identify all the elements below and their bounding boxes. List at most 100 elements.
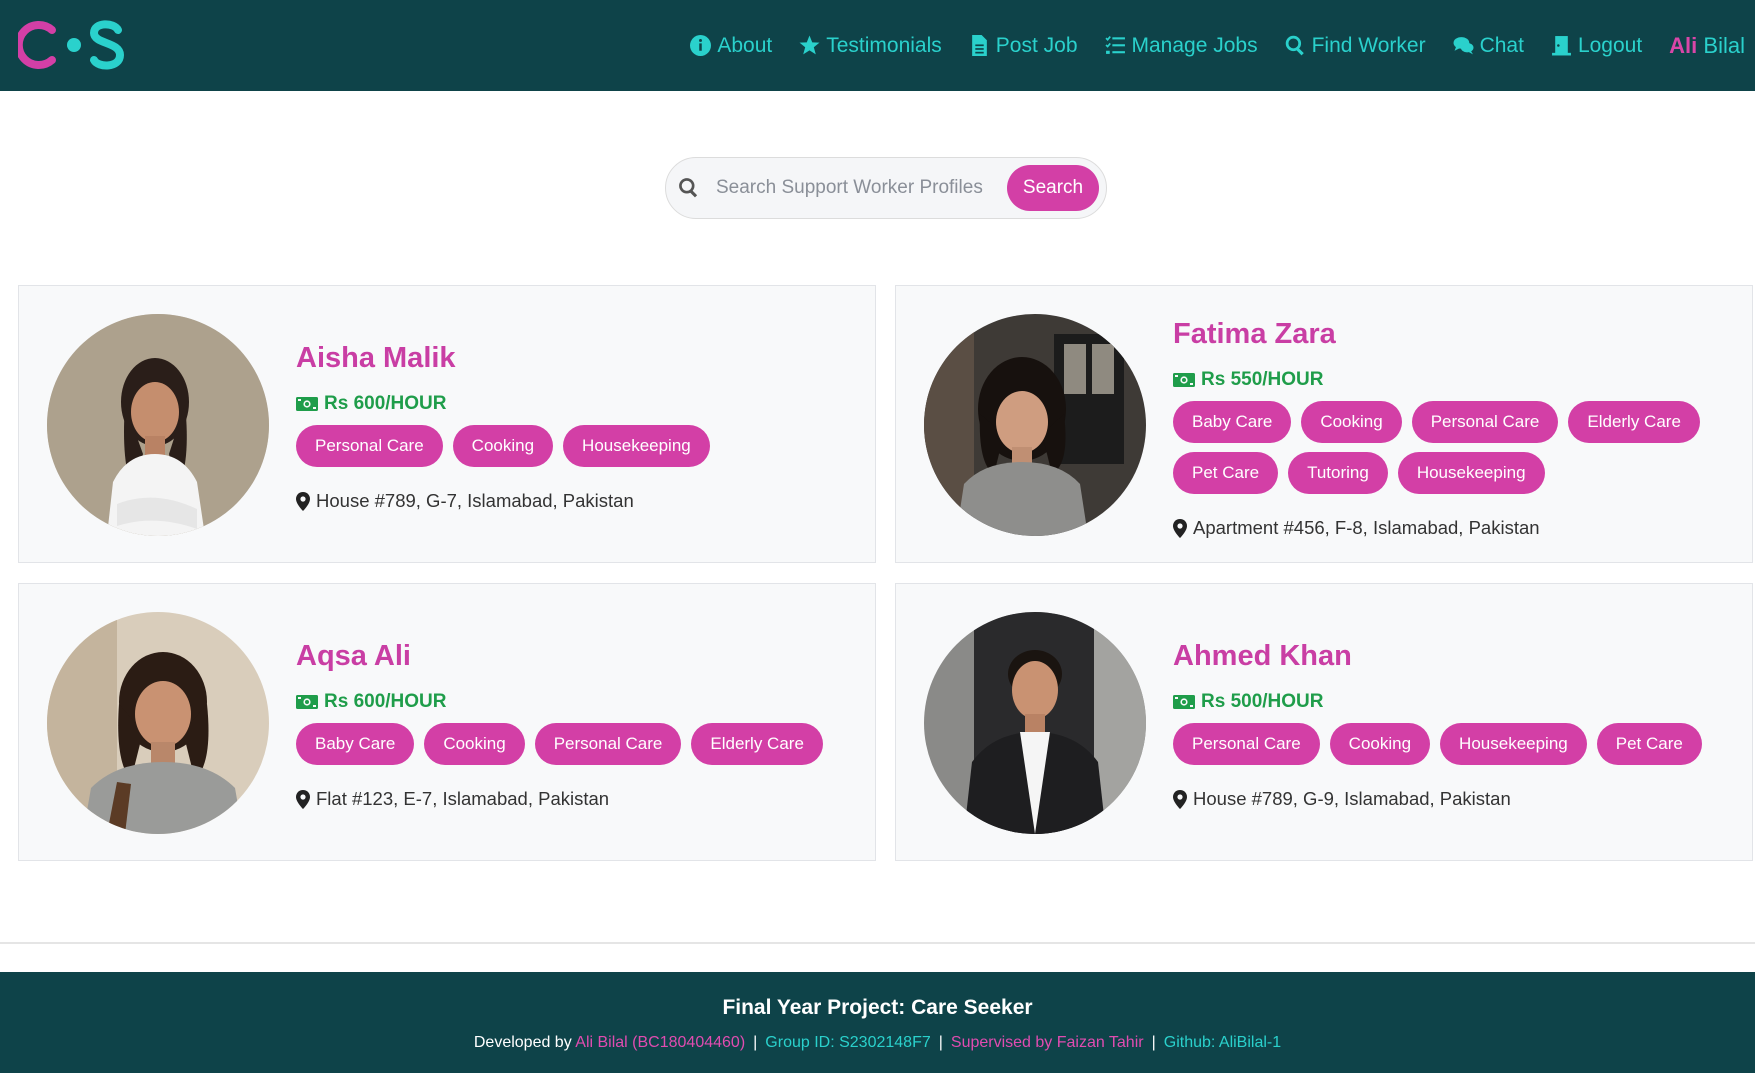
service-tag: Cooking (424, 723, 525, 765)
footer-divider (0, 942, 1755, 944)
nav-testimonials-label: Testimonials (826, 33, 942, 57)
search-icon (1285, 35, 1304, 56)
worker-avatar (47, 314, 269, 536)
worker-card-body: Ahmed Khan Rs 500/HOUR Personal Care Coo… (1173, 640, 1733, 810)
page-footer: Final Year Project: Care Seeker Develope… (0, 972, 1755, 1073)
worker-name[interactable]: Aqsa Ali (296, 640, 856, 673)
footer-supervisor: Supervised by Faizan Tahir (950, 1034, 1144, 1051)
worker-rate: Rs 600/HOUR (296, 393, 856, 415)
footer-group-id: Group ID: S2302148F7 (765, 1034, 931, 1051)
nav-manage-jobs[interactable]: Manage Jobs (1104, 33, 1258, 58)
worker-rate: Rs 600/HOUR (296, 691, 856, 713)
money-bill-icon (296, 695, 318, 709)
map-marker-icon (296, 789, 310, 809)
service-tag: Pet Care (1173, 452, 1279, 494)
user-first-name: Ali (1669, 32, 1698, 58)
service-tag: Baby Care (1173, 401, 1292, 443)
service-tag: Pet Care (1596, 723, 1702, 765)
worker-rate: Rs 500/HOUR (1173, 691, 1733, 713)
nav-logout[interactable]: Logout (1551, 34, 1642, 58)
map-marker-icon (1173, 518, 1187, 538)
nav-chat-label: Chat (1479, 33, 1524, 57)
service-tag: Elderly Care (1568, 401, 1700, 443)
worker-rate: Rs 550/HOUR (1173, 369, 1733, 391)
search-icon (679, 178, 698, 198)
money-bill-icon (1173, 373, 1195, 387)
money-bill-icon (296, 397, 318, 411)
user-display-name[interactable]: Ali Bilal (1669, 33, 1745, 59)
map-marker-icon (296, 491, 310, 511)
nav-menu: About Testimonials Post Job Manage Jobs … (663, 0, 1745, 91)
list-check-icon (1104, 36, 1125, 54)
worker-card[interactable]: Aqsa Ali Rs 600/HOUR Baby Care Cooking P… (18, 583, 876, 861)
worker-address-text: Apartment #456, F-8, Islamabad, Pakistan (1193, 517, 1540, 538)
service-tags: Personal Care Cooking Housekeeping (296, 425, 856, 476)
worker-rate-text: Rs 600/HOUR (324, 393, 447, 414)
info-circle-icon (690, 35, 712, 56)
service-tag: Cooking (1301, 401, 1402, 443)
worker-address: Apartment #456, F-8, Islamabad, Pakistan (1173, 517, 1733, 539)
service-tag: Personal Care (1411, 401, 1559, 443)
service-tag: Cooking (1329, 723, 1431, 765)
footer-separator: | (753, 1034, 758, 1051)
worker-name[interactable]: Ahmed Khan (1173, 640, 1733, 673)
money-bill-icon (1173, 695, 1195, 709)
service-tags: Personal Care Cooking Housekeeping Pet C… (1173, 723, 1733, 774)
door-exit-icon (1551, 36, 1571, 56)
service-tag: Personal Care (296, 425, 443, 467)
worker-search-bar: Search (665, 157, 1107, 219)
worker-address: House #789, G-9, Islamabad, Pakistan (1173, 788, 1733, 810)
nav-post-job[interactable]: Post Job (969, 34, 1078, 58)
nav-find-worker[interactable]: Find Worker (1285, 34, 1426, 58)
worker-card[interactable]: Aisha Malik Rs 600/HOUR Personal Care Co… (18, 285, 876, 563)
worker-card-body: Aisha Malik Rs 600/HOUR Personal Care Co… (296, 342, 856, 512)
footer-separator: | (1151, 1034, 1156, 1051)
service-tag: Tutoring (1288, 452, 1388, 494)
search-button[interactable]: Search (1007, 165, 1099, 211)
nav-about[interactable]: About (690, 34, 772, 58)
nav-post-job-label: Post Job (995, 33, 1078, 57)
worker-address-text: House #789, G-7, Islamabad, Pakistan (316, 490, 634, 511)
service-tag: Elderly Care (691, 723, 823, 765)
service-tags: Baby Care Cooking Personal Care Elderly … (1173, 401, 1733, 503)
worker-rate-text: Rs 500/HOUR (1201, 691, 1324, 712)
search-input[interactable] (714, 176, 998, 200)
worker-name[interactable]: Fatima Zara (1173, 318, 1733, 351)
service-tag: Baby Care (296, 723, 415, 765)
worker-card-body: Aqsa Ali Rs 600/HOUR Baby Care Cooking P… (296, 640, 856, 810)
footer-github-link[interactable]: Github: AliBilal-1 (1164, 1034, 1281, 1051)
service-tag: Personal Care (1173, 723, 1320, 765)
service-tag: Housekeeping (1440, 723, 1587, 765)
nav-logout-label: Logout (1577, 33, 1643, 57)
worker-address: Flat #123, E-7, Islamabad, Pakistan (296, 788, 856, 810)
worker-rate-text: Rs 550/HOUR (1201, 369, 1324, 390)
worker-avatar (924, 612, 1146, 834)
service-tag: Housekeeping (563, 425, 710, 467)
document-icon (971, 35, 987, 56)
footer-developed-prefix: Developed by (473, 1034, 576, 1051)
star-icon (799, 35, 820, 55)
worker-card[interactable]: Ahmed Khan Rs 500/HOUR Personal Care Coo… (895, 583, 1753, 861)
worker-card[interactable]: Fatima Zara Rs 550/HOUR Baby Care Cookin… (895, 285, 1753, 563)
worker-name[interactable]: Aisha Malik (296, 342, 856, 375)
chat-bubbles-icon (1453, 37, 1474, 55)
footer-separator: | (938, 1034, 943, 1051)
nav-manage-jobs-label: Manage Jobs (1131, 33, 1258, 57)
care-seeker-logo[interactable] (14, 16, 130, 74)
worker-address: House #789, G-7, Islamabad, Pakistan (296, 490, 856, 512)
map-marker-icon (1173, 789, 1187, 809)
footer-title: Final Year Project: Care Seeker (722, 996, 1033, 1019)
nav-chat[interactable]: Chat (1453, 34, 1524, 58)
worker-avatar (924, 314, 1146, 536)
worker-rate-text: Rs 600/HOUR (324, 691, 447, 712)
worker-address-text: Flat #123, E-7, Islamabad, Pakistan (316, 788, 610, 809)
nav-testimonials[interactable]: Testimonials (799, 34, 942, 58)
worker-address-text: House #789, G-9, Islamabad, Pakistan (1193, 788, 1511, 809)
service-tags: Baby Care Cooking Personal Care Elderly … (296, 723, 856, 774)
service-tag: Cooking (452, 425, 554, 467)
service-tag: Personal Care (534, 723, 682, 765)
footer-developer: Ali Bilal (BC180404460) (575, 1034, 746, 1051)
worker-avatar (47, 612, 269, 834)
service-tag: Housekeeping (1397, 452, 1545, 494)
user-last-name: Bilal (1703, 32, 1745, 58)
